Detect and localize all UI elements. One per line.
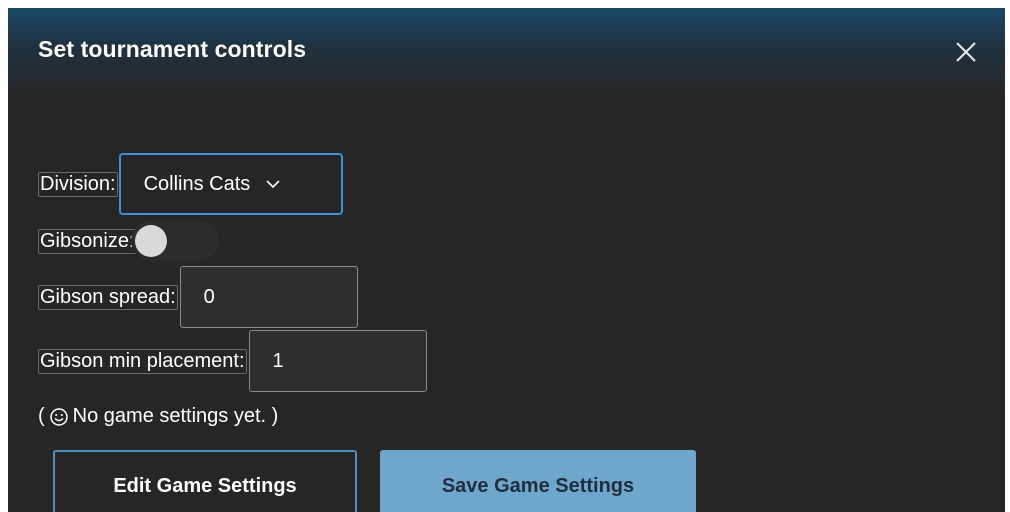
smile-icon [49,407,69,427]
division-select[interactable]: Collins Cats [118,153,343,215]
gibson-min-placement-input[interactable] [248,330,427,392]
gibsonize-label: Gibsonize: [38,228,137,254]
modal-header: Set tournament controls [8,8,1005,98]
tournament-controls-modal: Set tournament controls Division: Collin… [8,8,1005,512]
save-game-settings-button[interactable]: Save Game Settings [380,450,696,512]
toggle-knob [134,225,167,257]
gibson-min-placement-row: Gibson min placement: [38,330,427,392]
modal-title: Set tournament controls [38,36,307,62]
gibsonize-toggle[interactable] [130,221,219,261]
gibson-min-placement-label: Gibson min placement: [38,348,247,374]
chevron-down-icon [264,175,282,193]
close-button[interactable] [948,34,984,70]
gibsonize-row: Gibsonize: [38,221,219,261]
page: Set tournament controls Division: Collin… [0,0,1010,512]
note-text: No game settings yet. ) [72,405,279,427]
note-open-paren: ( [38,405,45,427]
division-label: Division: [38,171,118,197]
gibson-spread-label: Gibson spread: [38,284,178,310]
edit-game-settings-button[interactable]: Edit Game Settings [53,450,357,512]
close-icon [956,42,976,62]
division-row: Division: Collins Cats [38,153,343,215]
no-game-settings-note: ( No game settings yet. ) [38,405,278,428]
gibson-spread-row: Gibson spread: [38,266,358,328]
gibson-spread-input[interactable] [179,266,358,328]
division-selected-value: Collins Cats [143,172,251,195]
